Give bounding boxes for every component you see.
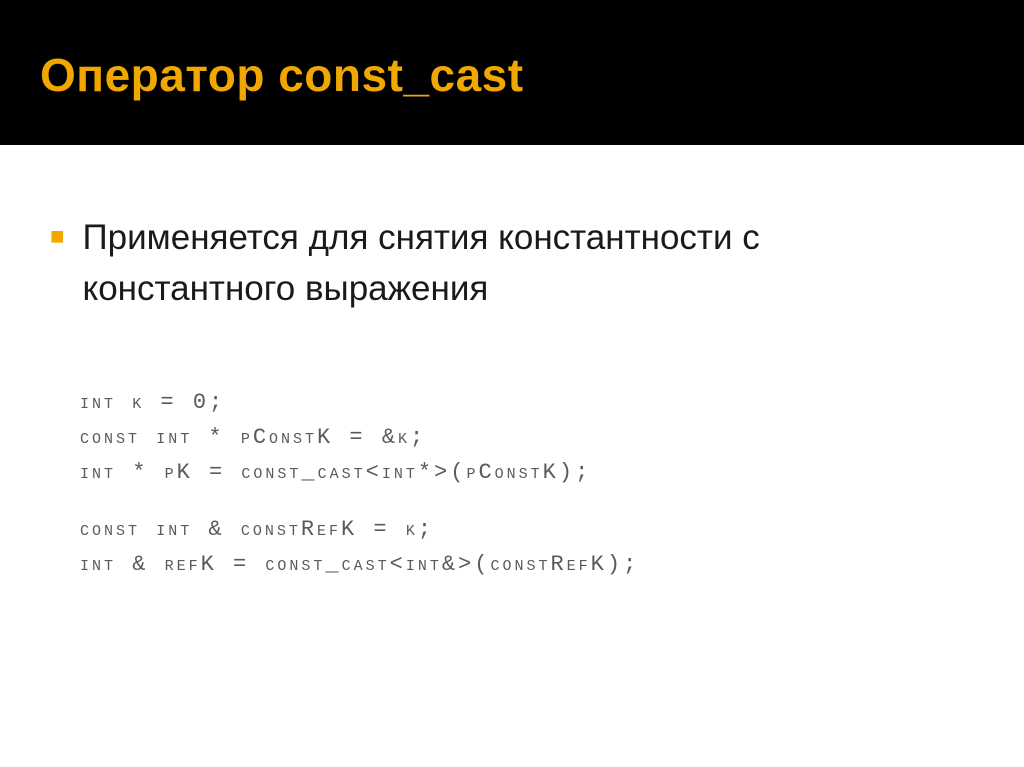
slide-title: Оператор const_cast (40, 48, 984, 102)
code-line-5: int & refK = const_cast<int&>(constRefK)… (80, 547, 974, 582)
code-line-2: const int * pConstK = &k; (80, 420, 974, 455)
code-line-4: const int & constRefK = k; (80, 512, 974, 547)
code-block: int k = 0; const int * pConstK = &k; int… (80, 385, 974, 583)
slide-content: ■ Применяется для снятия константности с… (0, 145, 1024, 622)
code-blank-line (80, 490, 974, 512)
code-line-3: int * pK = const_cast<int*>(pConstK); (80, 455, 974, 490)
slide-header: Оператор const_cast (0, 0, 1024, 145)
bullet-icon: ■ (50, 223, 65, 251)
bullet-item: ■ Применяется для снятия константности с… (50, 213, 974, 315)
code-line-1: int k = 0; (80, 385, 974, 420)
bullet-text: Применяется для снятия константности с к… (83, 213, 975, 315)
